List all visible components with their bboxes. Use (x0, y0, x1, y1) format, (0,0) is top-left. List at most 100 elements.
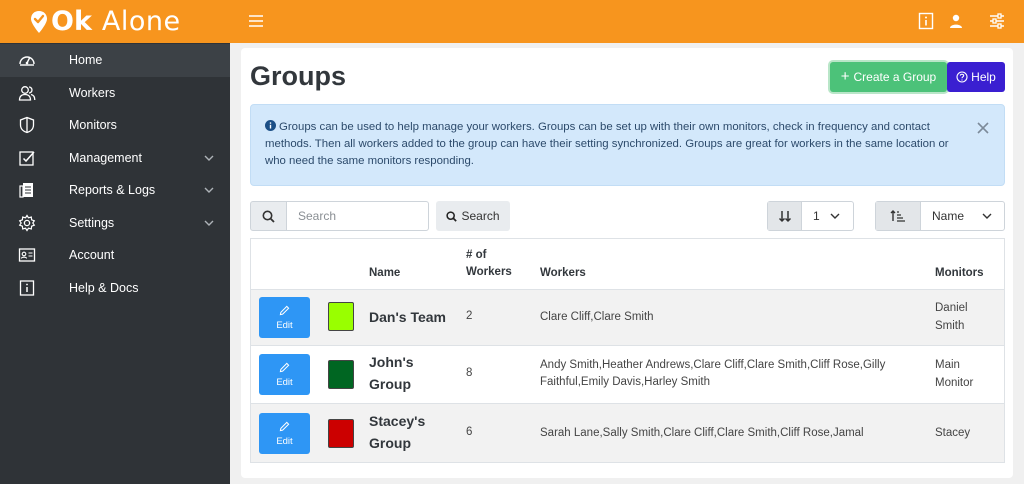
group-color-swatch (328, 419, 354, 448)
pencil-icon (279, 305, 290, 315)
sidebar-item-label: Monitors (69, 118, 117, 133)
page-title: Groups (250, 61, 347, 91)
edit-label: Edit (276, 376, 293, 388)
sidebar: Ok Alone Home Workers Monitors Managemen… (0, 0, 230, 484)
sidebar-item-home[interactable]: Home (0, 44, 230, 77)
plus-icon: + (840, 68, 850, 85)
sidebar-item-workers[interactable]: Workers (0, 77, 230, 110)
logo-text-light: Alone (101, 6, 181, 37)
table-row: Edit Dan's Team 2 Clare Cliff,Clare Smit… (251, 290, 1004, 346)
sort-control[interactable]: Name (875, 201, 1005, 231)
sidebar-item-monitors[interactable]: Monitors (0, 109, 230, 142)
groups-table: Name # of Workers Workers Monitors Edit … (250, 238, 1005, 463)
search-addon (250, 201, 287, 231)
pencil-icon (279, 362, 290, 372)
sort-value: Name (932, 209, 965, 223)
sidebar-item-label: Workers (69, 85, 116, 100)
sidebar-item-management[interactable]: Management (0, 142, 230, 175)
info-icon[interactable] (917, 12, 935, 30)
sidebar-item-label: Reports & Logs (69, 183, 156, 198)
info-alert-text: Groups can be used to help manage your w… (265, 121, 949, 167)
sidebar-item-account[interactable]: Account (0, 239, 230, 272)
workers-list: Sarah Lane,Sally Smith,Clare Cliff,Clare… (540, 427, 864, 439)
user-icon[interactable] (947, 12, 965, 30)
checklist-icon (18, 149, 36, 167)
sidebar-item-label: Help & Docs (69, 280, 139, 295)
column-header-workers-count[interactable]: # of Workers (466, 247, 516, 281)
page-size-value: 1 (813, 209, 820, 223)
column-header-workers[interactable]: Workers (540, 265, 586, 282)
workers-count: 8 (466, 367, 473, 379)
edit-label: Edit (276, 319, 293, 331)
help-label: Help (971, 70, 996, 84)
chevron-down-icon (204, 155, 214, 161)
logo-mark: Ok Alone (30, 6, 181, 37)
monitors-list: Stacey (935, 427, 971, 439)
group-name: John's Group (369, 354, 414, 392)
table-row: Edit John's Group 8 Andy Smith,Heather A… (251, 346, 1004, 404)
gear-icon (18, 214, 36, 232)
sidebar-item-label: Settings (69, 215, 115, 230)
workers-list: Andy Smith,Heather Andrews,Clare Cliff,C… (540, 359, 886, 388)
chevron-down-icon (204, 187, 214, 194)
search-button-label: Search (461, 209, 500, 223)
edit-label: Edit (276, 435, 293, 447)
logo: Ok Alone (0, 0, 230, 43)
info-circle-icon (265, 120, 276, 131)
monitors-list: Main Monitor (935, 359, 974, 389)
sliders-icon[interactable] (988, 12, 1006, 30)
info-alert-text-block: Groups can be used to help manage your w… (265, 119, 965, 170)
table-header: Name # of Workers Workers Monitors (251, 239, 1004, 290)
workers-count: 6 (466, 426, 473, 438)
question-circle-icon (956, 71, 968, 83)
info-alert: Groups can be used to help manage your w… (250, 104, 1005, 186)
users-icon (18, 84, 36, 102)
create-group-button[interactable]: + Create a Group (830, 62, 947, 92)
page-size-select[interactable]: 1 (802, 202, 853, 230)
column-header-name[interactable]: Name (369, 265, 400, 282)
group-color-swatch (328, 302, 354, 331)
help-button[interactable]: Help (947, 62, 1005, 92)
sidebar-item-reports[interactable]: Reports & Logs (0, 174, 230, 207)
group-name: Dan's Team (369, 309, 446, 325)
chevron-down-icon (830, 213, 840, 219)
close-icon[interactable] (976, 121, 990, 135)
report-icon (18, 181, 36, 199)
info-icon (18, 279, 36, 297)
table-row: Edit Stacey's Group 6 Sarah Lane,Sally S… (251, 404, 1004, 462)
sidebar-item-settings[interactable]: Settings (0, 207, 230, 240)
edit-button[interactable]: Edit (259, 354, 310, 395)
chevron-down-icon (204, 220, 214, 226)
sidebar-nav: Home Workers Monitors Management Reports… (0, 44, 230, 304)
sidebar-item-label: Home (69, 53, 103, 68)
pencil-icon (279, 421, 290, 431)
search-icon (262, 210, 275, 223)
search-input[interactable] (286, 201, 429, 231)
sort-select[interactable]: Name (921, 202, 1004, 230)
create-group-label: Create a Group (853, 70, 937, 84)
groups-card: Groups + Create a Group Help Groups can … (241, 48, 1013, 478)
sort-direction-icon[interactable] (876, 202, 921, 230)
group-name: Stacey's Group (369, 413, 426, 451)
edit-button[interactable]: Edit (259, 413, 310, 454)
id-card-icon (18, 246, 36, 264)
page-size-control[interactable]: 1 (767, 201, 854, 231)
shield-icon (18, 116, 36, 134)
workers-list: Clare Cliff,Clare Smith (540, 311, 654, 323)
monitors-list: Daniel Smith (935, 302, 968, 332)
chevron-down-icon (982, 213, 992, 219)
location-check-icon (31, 10, 47, 33)
edit-button[interactable]: Edit (259, 297, 310, 338)
group-color-swatch (328, 360, 354, 389)
search-button[interactable]: Search (436, 201, 510, 231)
menu-toggle-icon[interactable] (247, 12, 265, 30)
logo-text-bold: Ok (51, 6, 92, 37)
dashboard-icon (18, 51, 36, 69)
sidebar-item-label: Account (69, 248, 115, 263)
column-header-monitors[interactable]: Monitors (935, 265, 984, 282)
sort-order-icon[interactable] (768, 202, 802, 230)
workers-count: 2 (466, 310, 473, 322)
sidebar-item-label: Management (69, 150, 142, 165)
sidebar-item-help-docs[interactable]: Help & Docs (0, 272, 230, 305)
top-bar (230, 0, 1024, 43)
